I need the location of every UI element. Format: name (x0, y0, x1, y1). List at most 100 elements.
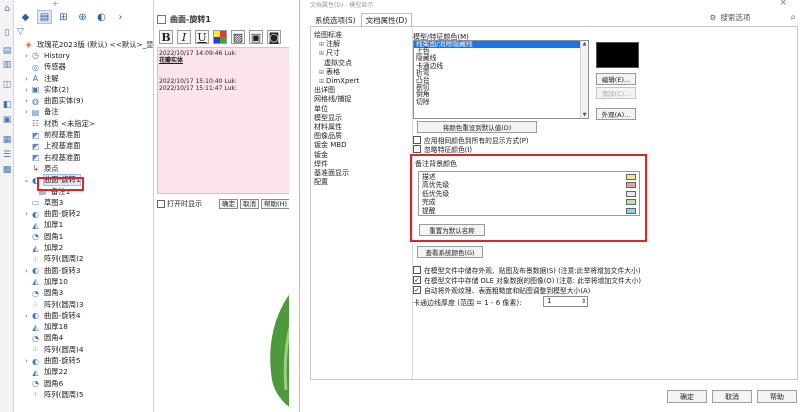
tree-row[interactable]: ⁘ 阵列(圆周)5 (23, 389, 83, 400)
model-color-item[interactable]: 卡通边线 (414, 62, 588, 70)
category-item[interactable]: 配置 (314, 178, 328, 187)
expand-arrow-icon[interactable]: › (23, 52, 30, 60)
expand-arrow-icon[interactable]: › (23, 267, 30, 275)
note-cancel-button[interactable]: 取消 (240, 199, 260, 209)
category-item[interactable]: 绘图标准 (314, 31, 342, 40)
layer-icon[interactable]: ▤ (2, 46, 12, 56)
tree-row[interactable]: ◭ 加厚1 (23, 220, 63, 231)
same-color-checkbox[interactable] (413, 136, 421, 144)
tree-row[interactable]: › ◐ 曲面-旋转5 (23, 355, 80, 366)
category-item[interactable]: 单位 (314, 105, 328, 114)
note-bg-item[interactable]: 完成 (422, 198, 638, 206)
note-bg-swatch[interactable] (626, 190, 636, 197)
spinner-arrows-icon[interactable]: ⇕ (581, 297, 586, 306)
note-bg-swatch[interactable] (626, 182, 636, 189)
expand-arrow-icon[interactable]: › (23, 357, 30, 365)
tree-row[interactable]: ◩ 上视基准面 (23, 141, 81, 152)
expand-toggle-icon[interactable]: ⊞ (319, 40, 326, 49)
tree-row[interactable]: ◩ 前视基准面 (23, 129, 81, 140)
clear-color-button[interactable]: 清除(C)... (596, 87, 636, 99)
underline-button[interactable]: U (195, 30, 209, 44)
model-color-item[interactable]: 线架图/消除隐藏线 (414, 41, 588, 49)
bold-button[interactable]: B (159, 30, 173, 44)
tree-row[interactable]: ◈ 玫瑰花2023版 (默认) <<默认>_显示 (16, 39, 153, 50)
expand-arrow-icon[interactable]: › (23, 108, 30, 116)
folder-icon[interactable]: ▥ (2, 60, 12, 70)
model-color-list[interactable]: 线架图/消除隐藏线 上色 隐藏线 卡通边线 折弯 凸台 剖切 倒角 切除 ▲ ▼ (413, 40, 589, 119)
tree-row[interactable]: › ◍ 曲面实体(9) (23, 96, 83, 107)
category-item[interactable]: 钣金 (314, 151, 328, 160)
category-item[interactable]: 网格线/捕捉 (314, 95, 351, 104)
note-bg-item[interactable]: 描述 (422, 173, 638, 181)
note-help-button[interactable]: 帮助(H) (261, 199, 290, 209)
color-picker-icon[interactable] (213, 30, 227, 44)
dialog-cancel-button[interactable]: 取消 (712, 390, 752, 403)
category-item[interactable]: 虚拟交点 (324, 59, 352, 68)
category-item[interactable]: 基准面显示 (314, 169, 349, 178)
italic-button[interactable]: I (177, 30, 191, 44)
reset-colors-button[interactable]: 将颜色重设到默认值(D) (417, 121, 537, 133)
reset-names-button[interactable]: 重置为默认名称 (419, 224, 485, 236)
tree-row[interactable]: › ◷ History (23, 50, 70, 61)
tab-system-options[interactable]: 系统选项(S) (310, 13, 361, 27)
tree-row[interactable]: ◭ 加厚18 (23, 322, 67, 333)
chart-icon[interactable]: ▦ (2, 135, 12, 145)
tree-row[interactable]: ▭ 草图3 (23, 197, 64, 208)
expand-toggle-icon[interactable]: ⊞ (319, 77, 326, 86)
ignore-feature-color-checkbox[interactable] (413, 145, 421, 153)
model-color-item[interactable]: 倒角 (414, 91, 588, 98)
tree-row[interactable]: ◭ 加厚10 (23, 276, 67, 287)
store-appearance-checkbox[interactable] (413, 266, 421, 274)
tree-row[interactable]: ◔ 圆角3 (23, 288, 63, 299)
store-ole-row[interactable]: ✓ 在模型文件中存储 OLE 对象数据的图像(O) (注意: 此举将增加文件大小… (413, 275, 641, 285)
tab-document-properties[interactable]: 文档属性(D) (360, 13, 413, 27)
note-bg-item[interactable]: 低优先级 (422, 190, 638, 198)
category-item[interactable]: ⊞ 表格 (319, 68, 340, 77)
tree-row[interactable]: ◎ 传感器 (23, 62, 66, 73)
store-ole-checkbox[interactable]: ✓ (413, 276, 421, 284)
expand-arrow-icon[interactable]: ⌄ (23, 176, 30, 184)
ignore-feature-color-row[interactable]: 忽略特征颜色(I) (413, 144, 472, 154)
appearance-icon[interactable]: ◐ (94, 10, 109, 24)
tree-row[interactable]: › A 注解 (23, 73, 59, 84)
note-bg-swatch[interactable] (626, 207, 636, 214)
note-bg-item[interactable]: 高优先级 (422, 181, 638, 189)
screenshot-icon[interactable]: ▣ (249, 30, 263, 44)
target-icon[interactable]: ⊕ (75, 10, 90, 24)
close-icon[interactable]: × (779, 0, 787, 8)
cartoon-edge-spinner[interactable]: 1 ⇕ (543, 296, 588, 307)
expand-toggle-icon[interactable]: ⊞ (319, 49, 326, 58)
auto-resize-checkbox[interactable]: ✓ (413, 286, 421, 294)
search-options[interactable]: ⚙ 搜索选项 ⌕ (674, 10, 796, 24)
tree-row[interactable]: › ◐ 曲面-旋转2 (23, 209, 80, 220)
view-system-colors-button[interactable]: 查看系统颜色(G) (417, 246, 483, 258)
expand-arrow-icon[interactable]: › (23, 75, 30, 83)
tree-row[interactable]: › ◐ 曲面-旋转3 (23, 265, 80, 276)
tree-row[interactable]: ◩ 右视基准面 (23, 152, 81, 163)
category-item[interactable]: ⊞ 尺寸 (319, 49, 340, 58)
category-item[interactable]: ⊞ DimXpert (319, 77, 359, 86)
list-icon[interactable]: ☰ (2, 150, 12, 160)
auto-resize-row[interactable]: ✓ 自动将外观纹理、表面粗糙度和贴图调整到模型大小(A) (413, 285, 590, 295)
panel-expand-tab[interactable]: + (40, 0, 70, 8)
note-bg-swatch[interactable] (626, 199, 636, 206)
task-icon[interactable]: ▣ (2, 115, 12, 125)
property-icon[interactable]: ▤ (37, 10, 52, 24)
category-item[interactable]: 图像品质 (314, 132, 342, 141)
tree-row[interactable]: › ▤ 备注 (23, 107, 59, 118)
category-item[interactable]: 钣金 MBD (314, 141, 346, 150)
tree-row[interactable]: ↳ 原点 (23, 163, 58, 174)
model-color-item[interactable]: 上色 (414, 47, 588, 55)
category-item[interactable]: 焊件 (314, 160, 328, 169)
config-icon[interactable]: ⊞ (56, 10, 71, 24)
tree-row[interactable]: ⁘ 阵列(圆周)3 (23, 299, 83, 310)
expand-arrow-icon[interactable]: › (23, 210, 30, 218)
model-color-item[interactable]: 折弯 (414, 69, 588, 77)
note-text-area[interactable]: 2022/10/17 14:09:46 Luk: 花瓣实体 2022/10/17 … (157, 47, 290, 194)
category-item[interactable]: 出详图 (314, 86, 335, 95)
tree-view-icon[interactable]: ◆ (18, 10, 33, 24)
store-appearance-row[interactable]: 在模型文件中储存外观、贴图及布景数据(S) (注意:此举将增加文件大小) (413, 265, 640, 275)
camera-icon[interactable]: ◙ (267, 30, 281, 44)
tree-row[interactable]: › ▣ 实体(2) (23, 84, 69, 95)
tree-row[interactable]: ☷ 材质 <未指定> (23, 118, 95, 129)
